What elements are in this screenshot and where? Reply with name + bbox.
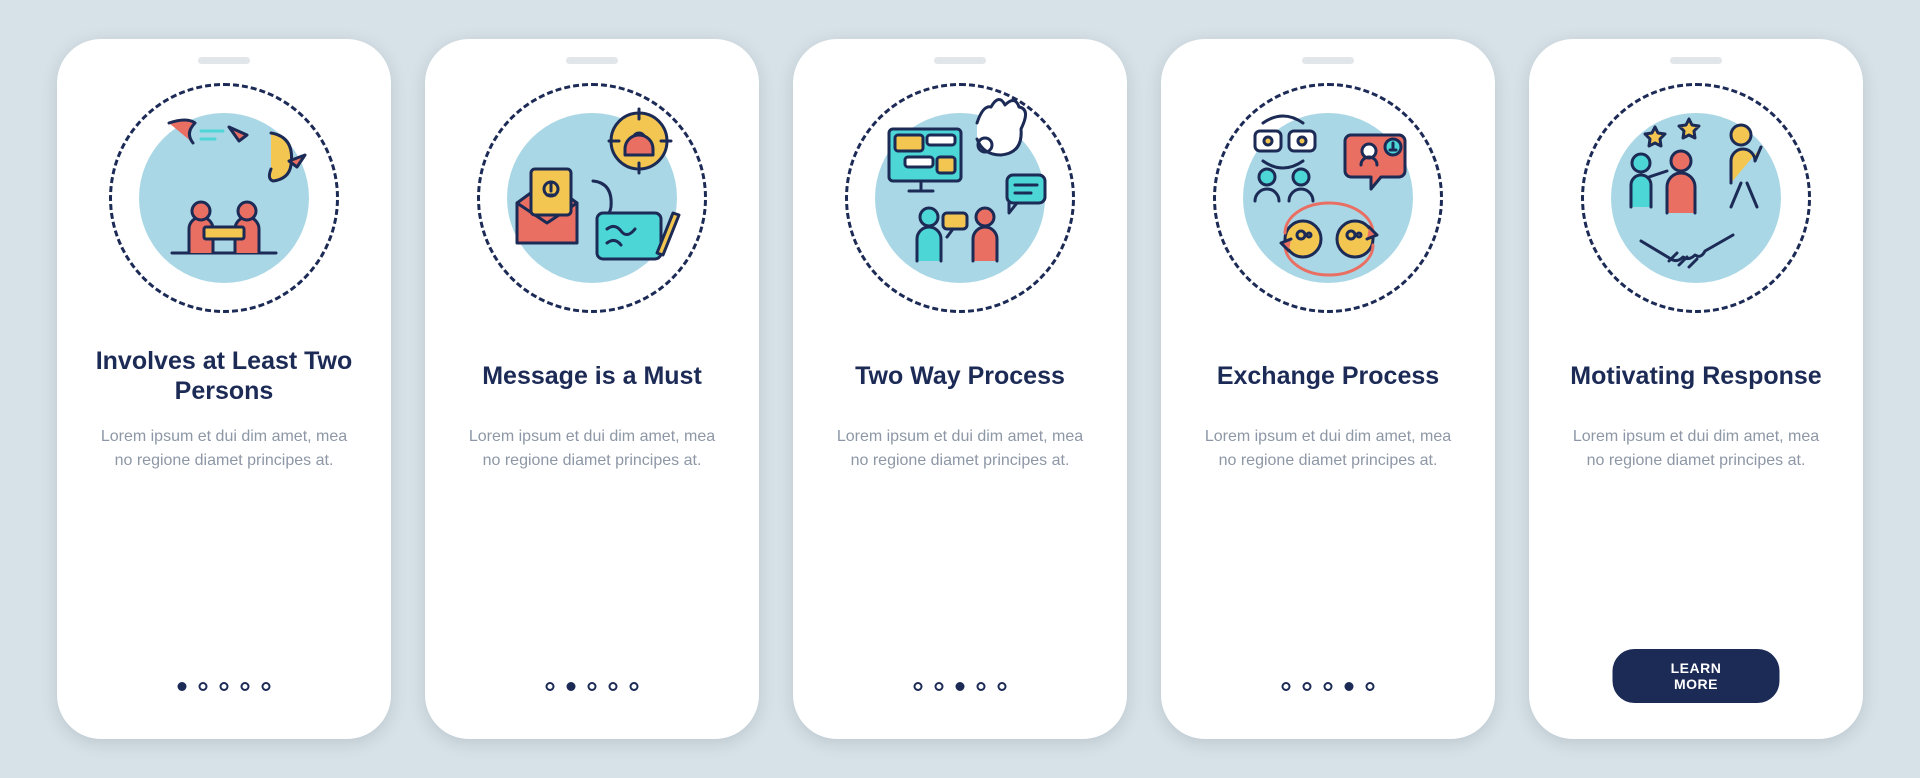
dot-5[interactable] bbox=[998, 682, 1007, 691]
card-title: Message is a Must bbox=[482, 345, 702, 407]
pagination-dots bbox=[1282, 682, 1375, 691]
dot-5[interactable] bbox=[1366, 682, 1375, 691]
dot-2[interactable] bbox=[1303, 682, 1312, 691]
dot-4[interactable] bbox=[609, 682, 618, 691]
card-desc: Lorem ipsum et dui dim amet, mea no regi… bbox=[823, 425, 1097, 473]
onboarding-card-5: Motivating Response Lorem ipsum et dui d… bbox=[1529, 39, 1863, 739]
onboarding-card-4: Exchange Process Lorem ipsum et dui dim … bbox=[1161, 39, 1495, 739]
two-persons-icon bbox=[109, 83, 339, 313]
dot-1[interactable] bbox=[914, 682, 923, 691]
pagination-dots bbox=[546, 682, 639, 691]
card-desc: Lorem ipsum et dui dim amet, mea no regi… bbox=[1559, 425, 1833, 473]
card-title: Exchange Process bbox=[1217, 345, 1439, 407]
card-desc: Lorem ipsum et dui dim amet, mea no regi… bbox=[1191, 425, 1465, 473]
dot-5[interactable] bbox=[630, 682, 639, 691]
phone-notch bbox=[1670, 57, 1722, 64]
dot-4[interactable] bbox=[977, 682, 986, 691]
onboarding-card-2: Message is a Must Lorem ipsum et dui dim… bbox=[425, 39, 759, 739]
dot-5[interactable] bbox=[262, 682, 271, 691]
phone-notch bbox=[566, 57, 618, 64]
message-icon bbox=[477, 83, 707, 313]
pagination-dots bbox=[178, 682, 271, 691]
learn-more-button[interactable]: LEARN MORE bbox=[1613, 649, 1780, 703]
card-title: Involves at Least Two Persons bbox=[87, 345, 361, 407]
dot-4[interactable] bbox=[241, 682, 250, 691]
dot-2[interactable] bbox=[935, 682, 944, 691]
pagination-dots bbox=[914, 682, 1007, 691]
dot-1[interactable] bbox=[178, 682, 187, 691]
onboarding-card-1: Involves at Least Two Persons Lorem ipsu… bbox=[57, 39, 391, 739]
exchange-process-icon bbox=[1213, 83, 1443, 313]
dot-1[interactable] bbox=[1282, 682, 1291, 691]
dot-3[interactable] bbox=[220, 682, 229, 691]
onboarding-card-3: Two Way Process Lorem ipsum et dui dim a… bbox=[793, 39, 1127, 739]
phone-notch bbox=[934, 57, 986, 64]
phone-notch bbox=[1302, 57, 1354, 64]
dot-3[interactable] bbox=[588, 682, 597, 691]
dot-3[interactable] bbox=[956, 682, 965, 691]
card-desc: Lorem ipsum et dui dim amet, mea no regi… bbox=[87, 425, 361, 473]
phone-notch bbox=[198, 57, 250, 64]
dot-3[interactable] bbox=[1324, 682, 1333, 691]
two-way-process-icon bbox=[845, 83, 1075, 313]
card-title: Motivating Response bbox=[1570, 345, 1821, 407]
dot-2[interactable] bbox=[199, 682, 208, 691]
motivating-response-icon bbox=[1581, 83, 1811, 313]
card-desc: Lorem ipsum et dui dim amet, mea no regi… bbox=[455, 425, 729, 473]
dot-4[interactable] bbox=[1345, 682, 1354, 691]
dot-2[interactable] bbox=[567, 682, 576, 691]
dot-1[interactable] bbox=[546, 682, 555, 691]
card-title: Two Way Process bbox=[855, 345, 1065, 407]
